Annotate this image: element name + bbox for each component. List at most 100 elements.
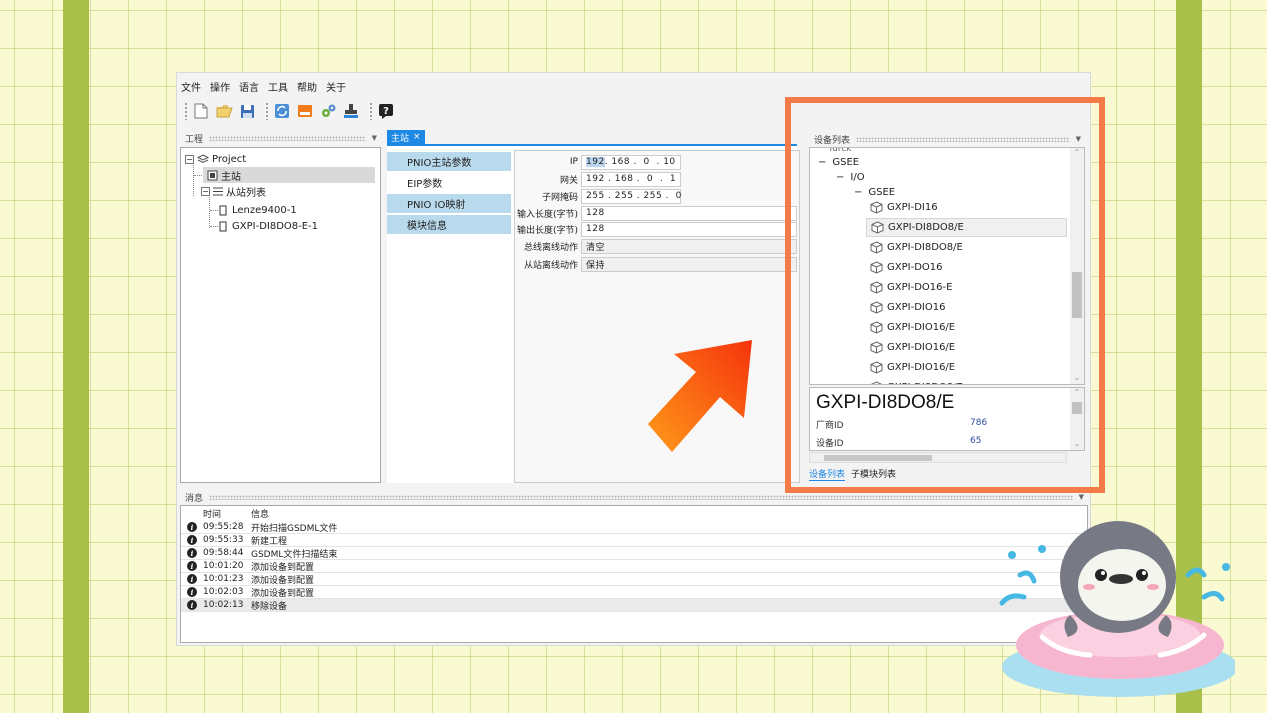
message-text: 添加设备到配置 <box>251 588 315 599</box>
tree-connector <box>193 162 194 196</box>
help-icon[interactable]: ? <box>377 102 395 120</box>
message-time: 10:02:13 <box>203 600 244 610</box>
gateway-field[interactable]: 192 . 168 . 0 . 1 <box>581 171 681 187</box>
nav-pnio-io-mapping[interactable]: PNIO IO映射 <box>387 194 511 214</box>
tree-item-slave-list[interactable]: − 从站列表 <box>201 183 266 199</box>
project-layers-icon <box>197 154 209 164</box>
slave-offline-select[interactable]: 保持 <box>581 256 797 272</box>
message-row[interactable]: i 09:58:44 GSDML文件扫描结束 <box>181 547 1087 560</box>
prop-row-ip: IP 192 . 168 . 0 . 10 <box>515 154 799 170</box>
bus-offline-select[interactable]: 清空 <box>581 238 797 254</box>
message-text: 添加设备到配置 <box>251 562 315 573</box>
message-time: 09:55:33 <box>203 535 244 545</box>
message-time: 09:55:28 <box>203 522 244 532</box>
message-text: GSDML文件扫描结束 <box>251 549 338 560</box>
menu-about[interactable]: 关于 <box>326 79 346 94</box>
nav-pnio-master-params[interactable]: PNIO主站参数 <box>387 152 511 172</box>
message-time: 09:58:44 <box>203 548 244 558</box>
message-text: 新建工程 <box>251 536 288 547</box>
collapse-icon[interactable]: − <box>185 154 194 164</box>
messages-header: 时间 信息 <box>181 506 1087 520</box>
new-file-icon[interactable] <box>192 102 210 120</box>
messages-pane-title: 消息 <box>185 493 204 504</box>
project-pane-header: 工程 ▼ <box>180 130 381 146</box>
menu-bar: 文件 操作 语言 工具 帮助 关于 <box>177 73 1090 99</box>
tab-master-label: 主站 <box>391 133 410 144</box>
message-text: 开始扫描GSDML文件 <box>251 523 338 534</box>
tree-item-slave-2[interactable]: GXPI-DI8DO8-E-1 <box>219 218 318 234</box>
menu-operation[interactable]: 操作 <box>210 79 230 94</box>
device-icon <box>219 205 227 215</box>
output-length-label: 输出长度(字节) <box>516 225 578 236</box>
message-time: 10:01:20 <box>203 561 244 571</box>
message-row[interactable]: i 10:02:13 移除设备 <box>181 599 1087 612</box>
message-text: 添加设备到配置 <box>251 575 315 586</box>
tab-master[interactable]: 主站 × <box>387 130 425 144</box>
export-icon[interactable] <box>296 102 314 120</box>
close-icon[interactable]: × <box>413 132 421 142</box>
chevron-down-icon[interactable]: ▼ <box>1079 493 1084 501</box>
input-length-field[interactable]: 128 <box>581 205 797 221</box>
ip-field[interactable]: 192 . 168 . 0 . 10 <box>581 154 681 170</box>
column-time[interactable]: 时间 <box>203 507 251 520</box>
project-pane-title: 工程 <box>185 134 204 145</box>
stamp-icon[interactable] <box>342 102 360 120</box>
tree-label-slave-1: Lenze9400-1 <box>232 204 297 216</box>
message-row[interactable]: i 09:55:33 新建工程 <box>181 534 1087 547</box>
nav-eip-params[interactable]: EIP参数 <box>387 173 511 193</box>
pane-title-dots <box>209 135 366 141</box>
pointer-arrow-icon <box>648 340 752 452</box>
info-icon: i <box>187 522 197 532</box>
open-folder-icon[interactable] <box>215 102 233 120</box>
prop-row-bus-offline: 总线离线动作 清空 <box>515 238 799 254</box>
editor-tabs: 主站 × <box>387 130 425 144</box>
message-row[interactable]: i 10:01:23 添加设备到配置 <box>181 573 1087 586</box>
ip-octet-selected: 192 <box>586 157 605 167</box>
output-length-field[interactable]: 128 <box>581 221 797 237</box>
message-row[interactable]: i 10:02:03 添加设备到配置 <box>181 586 1087 599</box>
tree-connector <box>209 194 210 228</box>
input-length-label: 输入长度(字节) <box>516 209 578 220</box>
chevron-down-icon[interactable]: ▼ <box>372 134 377 142</box>
messages-pane: 时间 信息 i 09:55:28 开始扫描GSDML文件 i 09:55:33 新建工程 i… <box>180 505 1088 643</box>
prop-row-mask: 子网掩码 255 . 255 . 255 . 0 <box>515 188 799 204</box>
tree-connector <box>194 175 202 176</box>
list-icon <box>213 187 223 195</box>
menu-language[interactable]: 语言 <box>239 79 259 94</box>
tree-item-project[interactable]: − Project <box>185 151 246 167</box>
bus-offline-label: 总线离线动作 <box>523 242 578 253</box>
tree-label-slave-list: 从站列表 <box>226 187 266 199</box>
info-icon: i <box>187 548 197 558</box>
tree-connector <box>210 210 218 211</box>
svg-text:?: ? <box>383 106 389 117</box>
collapse-icon[interactable]: − <box>201 186 210 196</box>
slave-offline-label: 从站离线动作 <box>523 260 578 271</box>
config-nav: PNIO主站参数 EIP参数 PNIO IO映射 模块信息 <box>387 146 511 483</box>
save-icon[interactable] <box>238 102 256 120</box>
ip-label: IP <box>569 157 578 167</box>
menu-help[interactable]: 帮助 <box>297 79 317 94</box>
nav-module-info[interactable]: 模块信息 <box>387 215 511 235</box>
device-icon <box>219 221 227 231</box>
ip-octets-rest: . 168 . 0 . 10 <box>604 157 676 167</box>
prop-row-slave-offline: 从站离线动作 保持 <box>515 256 799 272</box>
message-text: 移除设备 <box>251 601 288 612</box>
toolbar-grip <box>184 102 188 120</box>
settings-gears-icon[interactable] <box>319 102 337 120</box>
gateway-label: 网关 <box>559 175 578 186</box>
tree-connector <box>210 226 218 227</box>
message-row[interactable]: i 09:55:28 开始扫描GSDML文件 <box>181 521 1087 534</box>
menu-tools[interactable]: 工具 <box>268 79 288 94</box>
tree-label-project: Project <box>212 153 247 165</box>
message-row[interactable]: i 10:01:20 添加设备到配置 <box>181 560 1087 573</box>
tree-item-master[interactable]: 主站 <box>203 167 375 183</box>
mask-field[interactable]: 255 . 255 . 255 . 0 <box>581 188 681 204</box>
tree-item-slave-1[interactable]: Lenze9400-1 <box>219 202 297 218</box>
refresh-icon[interactable] <box>273 102 291 120</box>
toolbar-grip-3 <box>369 102 373 120</box>
column-info[interactable]: 信息 <box>251 507 269 520</box>
menu-file[interactable]: 文件 <box>181 79 201 94</box>
pane-title-dots <box>209 494 1073 500</box>
master-station-icon <box>207 170 218 180</box>
info-icon: i <box>187 535 197 545</box>
